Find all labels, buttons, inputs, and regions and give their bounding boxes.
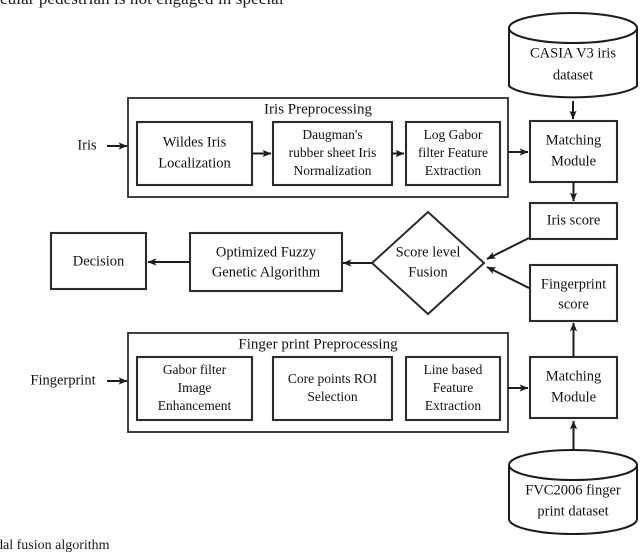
fingerprint-input-label: Fingerprint bbox=[30, 372, 95, 388]
iris-step-daugman-normalization: Daugman's rubber sheet Iris Normalizatio… bbox=[271, 120, 394, 187]
iris-step-2-line1: Daugman's bbox=[302, 127, 362, 142]
fp-step-1-line1: Gabor filter bbox=[163, 362, 227, 377]
iris-step-1-line2: Localization bbox=[158, 155, 231, 171]
classifier-line1: Optimized Fuzzy bbox=[216, 244, 317, 260]
iris-step-wildes-localization: Wildes Iris Localization bbox=[135, 120, 254, 187]
iris-dataset-label-line2: dataset bbox=[553, 67, 593, 83]
iris-score-box: Iris score bbox=[528, 201, 619, 241]
arrow-fingerprint-score-to-fusion bbox=[486, 266, 530, 289]
iris-preprocessing-group: Iris Preprocessing Wildes Iris Localizat… bbox=[127, 97, 509, 198]
fp-step-3-line1: Line based bbox=[424, 362, 483, 377]
fp-step-1-line3: Enhancement bbox=[158, 398, 232, 413]
fusion-label-line2: Fusion bbox=[408, 264, 448, 280]
iris-step-2-line2: rubber sheet Iris bbox=[289, 145, 377, 160]
fingerprint-matching-module: Matching Module bbox=[528, 355, 619, 420]
iris-step-3-line2: filter Feature bbox=[418, 145, 488, 160]
fingerprint-step-gabor-enhancement: Gabor filter Image Enhancement bbox=[135, 355, 254, 422]
fp-matching-line2: Module bbox=[551, 389, 596, 405]
arrow-iris-score-to-fusion bbox=[486, 237, 530, 260]
multimodal-fusion-flowchart: CASIA V3 iris dataset Iris Preprocessing… bbox=[30, 12, 638, 535]
iris-dataset-cylinder: CASIA V3 iris dataset bbox=[508, 12, 638, 99]
score-level-fusion-diamond: Score level Fusion bbox=[370, 210, 486, 316]
iris-matching-line2: Module bbox=[551, 153, 596, 169]
fp-step-3-line2: Feature bbox=[433, 380, 473, 395]
optimized-fuzzy-genetic-algorithm-box: Optimized Fuzzy Genetic Algorithm bbox=[188, 231, 344, 293]
fingerprint-preprocessing-title: Finger print Preprocessing bbox=[238, 336, 398, 352]
fp-dataset-label-line1: FVC2006 finger bbox=[525, 482, 621, 498]
fingerprint-score-box: Fingerprint score bbox=[528, 263, 619, 323]
fp-step-1-line2: Image bbox=[178, 380, 212, 395]
fingerprint-step-line-based-extraction: Line based Feature Extraction bbox=[404, 355, 502, 422]
decision-label: Decision bbox=[73, 253, 125, 269]
fp-dataset-label-line2: print dataset bbox=[537, 503, 608, 519]
iris-step-3-line1: Log Gabor bbox=[424, 127, 483, 142]
iris-matching-line1: Matching bbox=[546, 132, 602, 148]
iris-step-2-line3: Normalization bbox=[294, 163, 372, 178]
iris-step-1-line1: Wildes Iris bbox=[163, 134, 227, 150]
fingerprint-dataset-cylinder: FVC2006 finger print dataset bbox=[508, 449, 638, 535]
iris-dataset-label-line1: CASIA V3 iris bbox=[530, 45, 616, 61]
decision-box: Decision bbox=[49, 231, 148, 291]
fingerprint-preprocessing-group: Finger print Preprocessing Gabor filter … bbox=[127, 332, 509, 433]
fp-matching-line1: Matching bbox=[546, 368, 602, 384]
diagram-page: cular pedestrian is not engaged in speci… bbox=[0, 0, 640, 556]
iris-matching-module: Matching Module bbox=[528, 119, 619, 184]
iris-step-3-line3: Extraction bbox=[425, 163, 481, 178]
fp-step-3-line3: Extraction bbox=[425, 398, 481, 413]
fp-step-2-line1: Core points ROI bbox=[288, 371, 378, 386]
fingerprint-step-core-points-roi: Core points ROI Selection bbox=[271, 355, 394, 422]
classifier-line2: Genetic Algorithm bbox=[212, 264, 321, 280]
iris-step-log-gabor-extraction: Log Gabor filter Feature Extraction bbox=[404, 120, 502, 187]
fusion-label-line1: Score level bbox=[396, 244, 461, 260]
iris-input-label: Iris bbox=[77, 137, 97, 153]
iris-preprocessing-title: Iris Preprocessing bbox=[264, 101, 372, 117]
iris-score-label: Iris score bbox=[547, 212, 601, 228]
fingerprint-score-line1: Fingerprint bbox=[541, 276, 606, 292]
fp-step-2-line2: Selection bbox=[307, 389, 357, 404]
fingerprint-score-line2: score bbox=[558, 296, 589, 312]
